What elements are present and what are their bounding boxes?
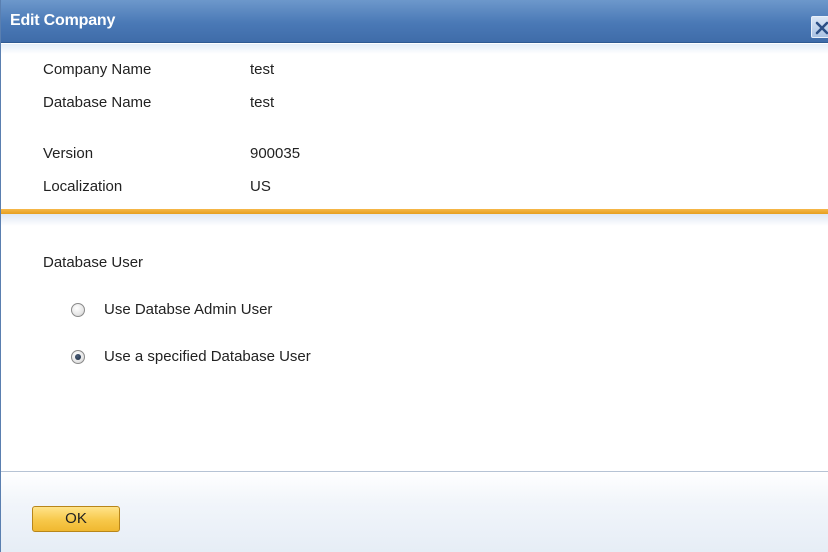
database-name-label: Database Name: [43, 94, 152, 111]
version-label: Version: [43, 145, 94, 162]
dialog-footer: [1, 472, 828, 552]
divider-shadow: [1, 214, 828, 226]
edit-company-dialog: Edit Company Company Name test Database …: [0, 0, 828, 552]
radio-admin-user-label[interactable]: Use Databse Admin User: [104, 298, 272, 322]
radio-option-admin-user[interactable]: Use Databse Admin User: [71, 298, 471, 322]
title-bar[interactable]: Edit Company: [1, 0, 828, 43]
company-name-value: test: [250, 61, 275, 78]
localization-value: US: [250, 178, 271, 195]
info-row-database-name: Database Name test: [43, 91, 443, 115]
localization-label: Localization: [43, 178, 123, 195]
version-value: 900035: [250, 145, 301, 162]
info-row-company-name: Company Name test: [43, 58, 443, 82]
info-row-localization: Localization US: [43, 175, 443, 199]
info-row-version: Version 900035: [43, 142, 443, 166]
company-name-label: Company Name: [43, 61, 152, 78]
radio-option-specified-user[interactable]: Use a specified Database User: [71, 345, 471, 369]
database-user-heading: Database User: [43, 254, 144, 271]
header-gradient: [1, 44, 828, 54]
close-button[interactable]: [811, 16, 828, 38]
ok-button[interactable]: OK: [32, 506, 120, 532]
database-name-value: test: [250, 94, 275, 111]
radio-specified-user[interactable]: [71, 350, 85, 364]
close-icon: [815, 21, 828, 35]
radio-admin-user[interactable]: [71, 303, 85, 317]
radio-specified-user-label[interactable]: Use a specified Database User: [104, 345, 311, 369]
dialog-title: Edit Company: [10, 12, 116, 29]
